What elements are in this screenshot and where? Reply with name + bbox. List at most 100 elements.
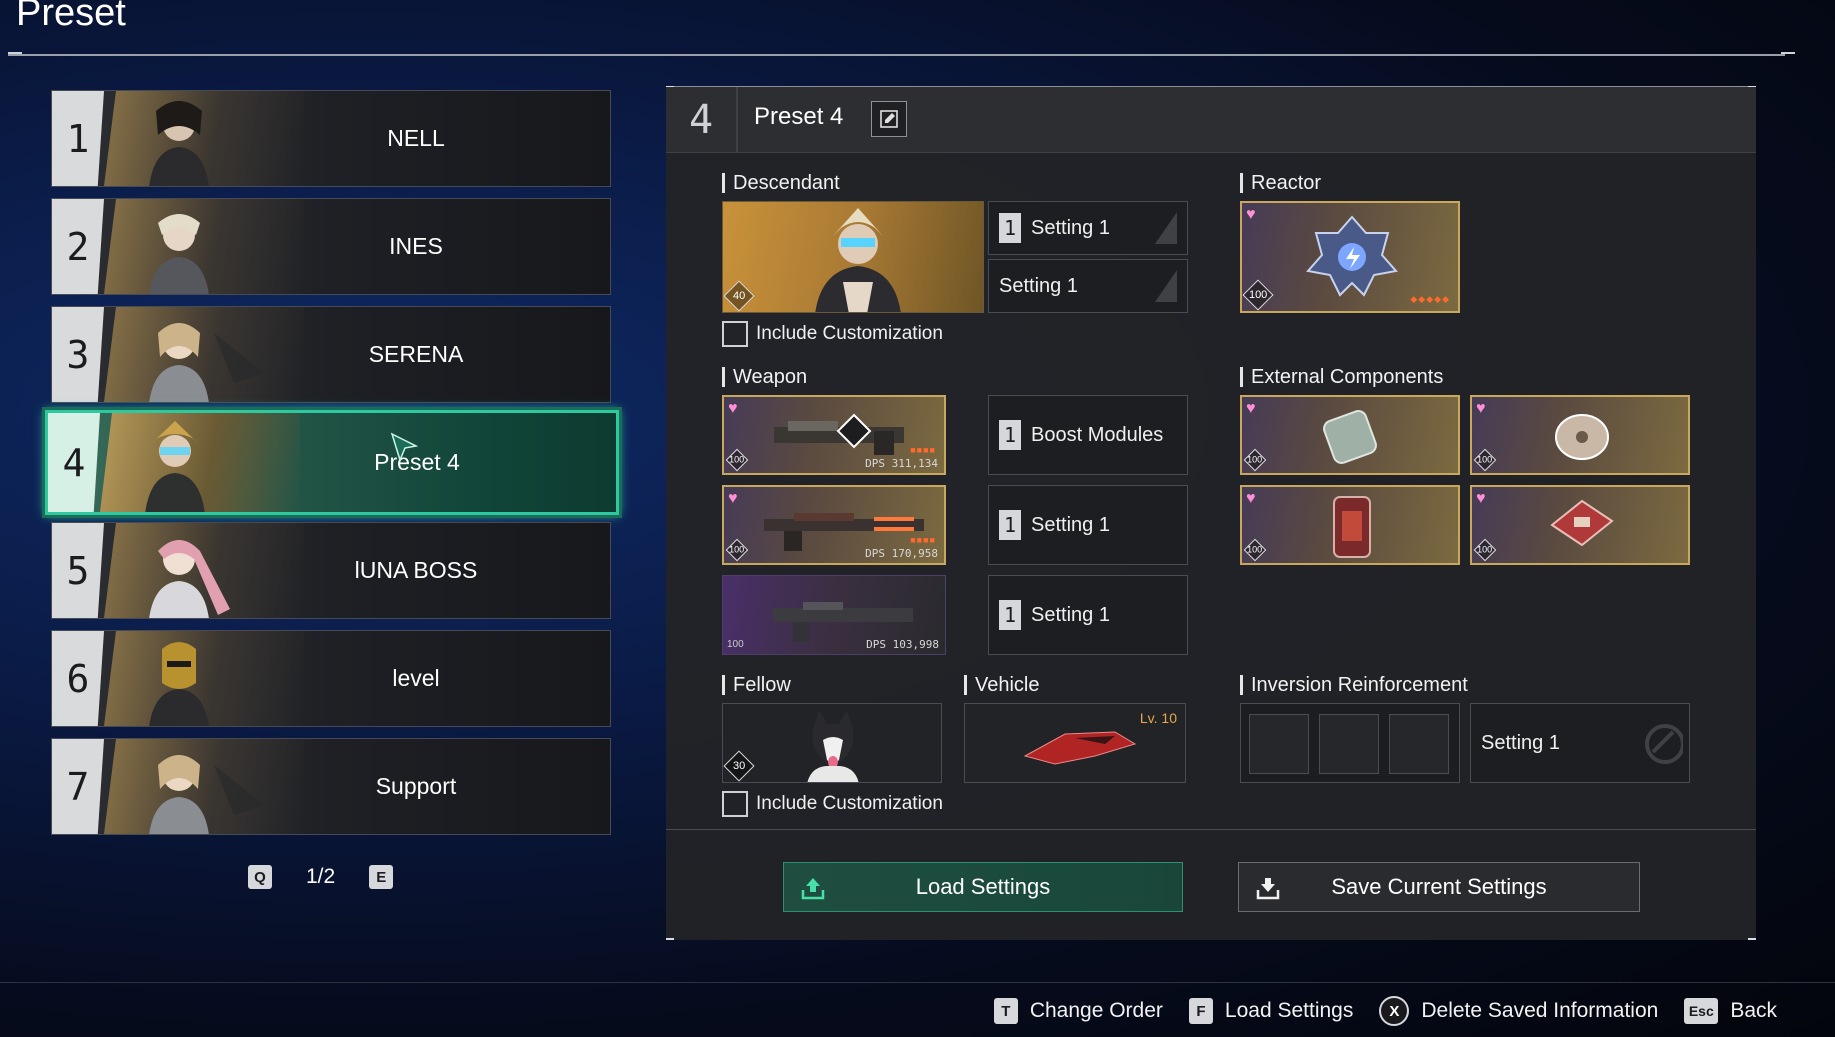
hint-label: Change Order: [1029, 999, 1163, 1022]
preset-item-2[interactable]: 2 INES: [51, 198, 611, 295]
hint-change-order[interactable]: T Change Order: [993, 998, 1163, 1024]
preset-number: 1: [52, 91, 104, 186]
load-settings-button[interactable]: Load Settings: [783, 862, 1183, 912]
section-label-reactor: Reactor: [1240, 173, 1321, 193]
preset-list: 1 NELL 2 INES 3 SERENA 4 Preset 4 5 lUNA…: [45, 90, 619, 846]
footer-divider: [0, 982, 1835, 983]
preset-name: Support: [375, 773, 457, 799]
weapon-level: 100: [727, 639, 744, 650]
panel-preset-title: Preset 4: [754, 103, 844, 130]
mouse-cursor-icon: [390, 432, 418, 463]
weapon-dps: DPS 170,958: [865, 547, 938, 560]
inversion-slot-3[interactable]: [1389, 714, 1449, 774]
setting-label: Setting 1: [1031, 216, 1110, 239]
preset-number: 6: [52, 631, 104, 726]
hint-label: Back: [1730, 999, 1777, 1022]
checkbox[interactable]: [722, 321, 748, 347]
watermark-icon: [1645, 724, 1683, 764]
preset-item-3[interactable]: 3 SERENA: [51, 306, 611, 403]
panel-preset-number: 4: [666, 87, 738, 153]
descendant-setting-2[interactable]: Setting 1: [988, 259, 1188, 313]
panel-corner-bl: [666, 938, 674, 940]
key-x: X: [1379, 996, 1410, 1026]
preset-item-1[interactable]: 1 NELL: [51, 90, 611, 187]
descendant-setting-1[interactable]: 1 Setting 1: [988, 201, 1188, 255]
preset-name: level: [392, 665, 440, 691]
preset-number: 3: [52, 307, 104, 402]
key-hints-bar: T Change Order F Load Settings X Delete …: [993, 996, 1777, 1026]
weapon-slot-3[interactable]: DPS 103,998 100: [722, 575, 946, 655]
vehicle-slot[interactable]: Lv. 10: [964, 703, 1186, 783]
section-label-external-components: External Components: [1240, 367, 1443, 387]
hint-delete-saved-information[interactable]: X Delete Saved Information: [1379, 996, 1658, 1026]
screen-title: Preset: [16, 0, 126, 34]
upload-icon: [801, 878, 825, 900]
component-chip-icon: [1550, 499, 1614, 547]
preset-pager: Q 1/2 E: [248, 865, 394, 889]
husky-dog-icon: [807, 710, 859, 782]
setting-label: Setting 1: [999, 274, 1078, 297]
page-indicator: 1/2: [306, 865, 336, 888]
panel-divider: [666, 829, 1756, 830]
weapon-3-setting[interactable]: 1 Setting 1: [988, 575, 1188, 655]
weapon-1-setting[interactable]: 1 Boost Modules: [988, 395, 1188, 475]
edit-icon: [880, 110, 898, 128]
inversion-slot-2[interactable]: [1319, 714, 1379, 774]
weapon-dps: DPS 103,998: [866, 638, 939, 651]
preset-number: 5: [52, 523, 104, 618]
fellow-slot[interactable]: 30: [722, 703, 942, 783]
setting-label: Setting 1: [1481, 731, 1560, 754]
external-component-slot-2[interactable]: ♥ 100: [1470, 395, 1690, 475]
preset-number: 4: [48, 413, 100, 512]
descendant-include-customization[interactable]: Include Customization: [722, 321, 943, 347]
setting-label: Setting 1: [1031, 513, 1110, 536]
hint-load-settings[interactable]: F Load Settings: [1188, 998, 1354, 1024]
hint-label: Delete Saved Information: [1421, 999, 1659, 1022]
preset-name: lUNA BOSS: [354, 557, 478, 583]
weapon-slot-2[interactable]: ♥ ■■■■ DPS 170,958 100: [722, 485, 946, 565]
panel-corner-br: [1748, 938, 1756, 940]
external-component-slot-1[interactable]: ♥ 100: [1240, 395, 1460, 475]
panel-header: 4 Preset 4: [666, 87, 1756, 153]
section-label-weapon: Weapon: [722, 367, 807, 387]
preset-item-5[interactable]: 5 lUNA BOSS: [51, 522, 611, 619]
setting-slot-icon: 1: [999, 420, 1021, 450]
preset-item-7[interactable]: 7 Support: [51, 738, 611, 835]
external-component-slot-3[interactable]: ♥ 100: [1240, 485, 1460, 565]
weapon-rarity-stars: ■■■■: [910, 445, 936, 455]
edit-name-button[interactable]: [871, 101, 907, 137]
preset-name: INES: [389, 233, 443, 259]
preset-detail-panel: 4 Preset 4 Descendant 40 1 Setting 1 Set…: [666, 86, 1756, 940]
fellow-include-customization[interactable]: Include Customization: [722, 791, 943, 817]
preset-number: 7: [52, 739, 104, 834]
weapon-slot-1[interactable]: ♥ ■■■■ DPS 311,134 100: [722, 395, 946, 475]
inversion-slots: [1240, 703, 1460, 783]
checkbox[interactable]: [722, 791, 748, 817]
key-esc: Esc: [1684, 998, 1719, 1024]
hint-label: Load Settings: [1224, 999, 1354, 1022]
weapon-2-setting[interactable]: 1 Setting 1: [988, 485, 1188, 565]
descendant-slot[interactable]: 40: [722, 201, 984, 313]
preset-item-6[interactable]: 6 level: [51, 630, 611, 727]
load-settings-label: Load Settings: [915, 874, 1051, 899]
weapon-dps: DPS 311,134: [865, 457, 938, 470]
key-f: F: [1188, 998, 1213, 1024]
inversion-slot-1[interactable]: [1249, 714, 1309, 774]
inversion-setting[interactable]: Setting 1: [1470, 703, 1690, 783]
prev-page-key[interactable]: Q: [248, 865, 272, 889]
hint-back[interactable]: Esc Back: [1684, 998, 1777, 1024]
header-tick-right: [1781, 52, 1795, 54]
save-current-settings-button[interactable]: Save Current Settings: [1238, 862, 1640, 912]
next-page-key[interactable]: E: [369, 865, 394, 889]
reactor-slot[interactable]: ♥ 100 ◆◆◆◆◆: [1240, 201, 1460, 313]
preset-item-4[interactable]: 4 Preset 4: [45, 410, 619, 515]
preset-name: NELL: [387, 125, 445, 151]
vehicle-level: Lv. 10: [1139, 710, 1177, 726]
preset-name: SERENA: [368, 341, 464, 367]
descendant-image-icon: [815, 208, 901, 312]
external-component-slot-4[interactable]: ♥ 100: [1470, 485, 1690, 565]
preset-number: 2: [52, 199, 104, 294]
section-label-vehicle: Vehicle: [964, 675, 1040, 695]
setting-slot-icon: 1: [999, 510, 1021, 540]
header-tick-left: [8, 52, 22, 54]
